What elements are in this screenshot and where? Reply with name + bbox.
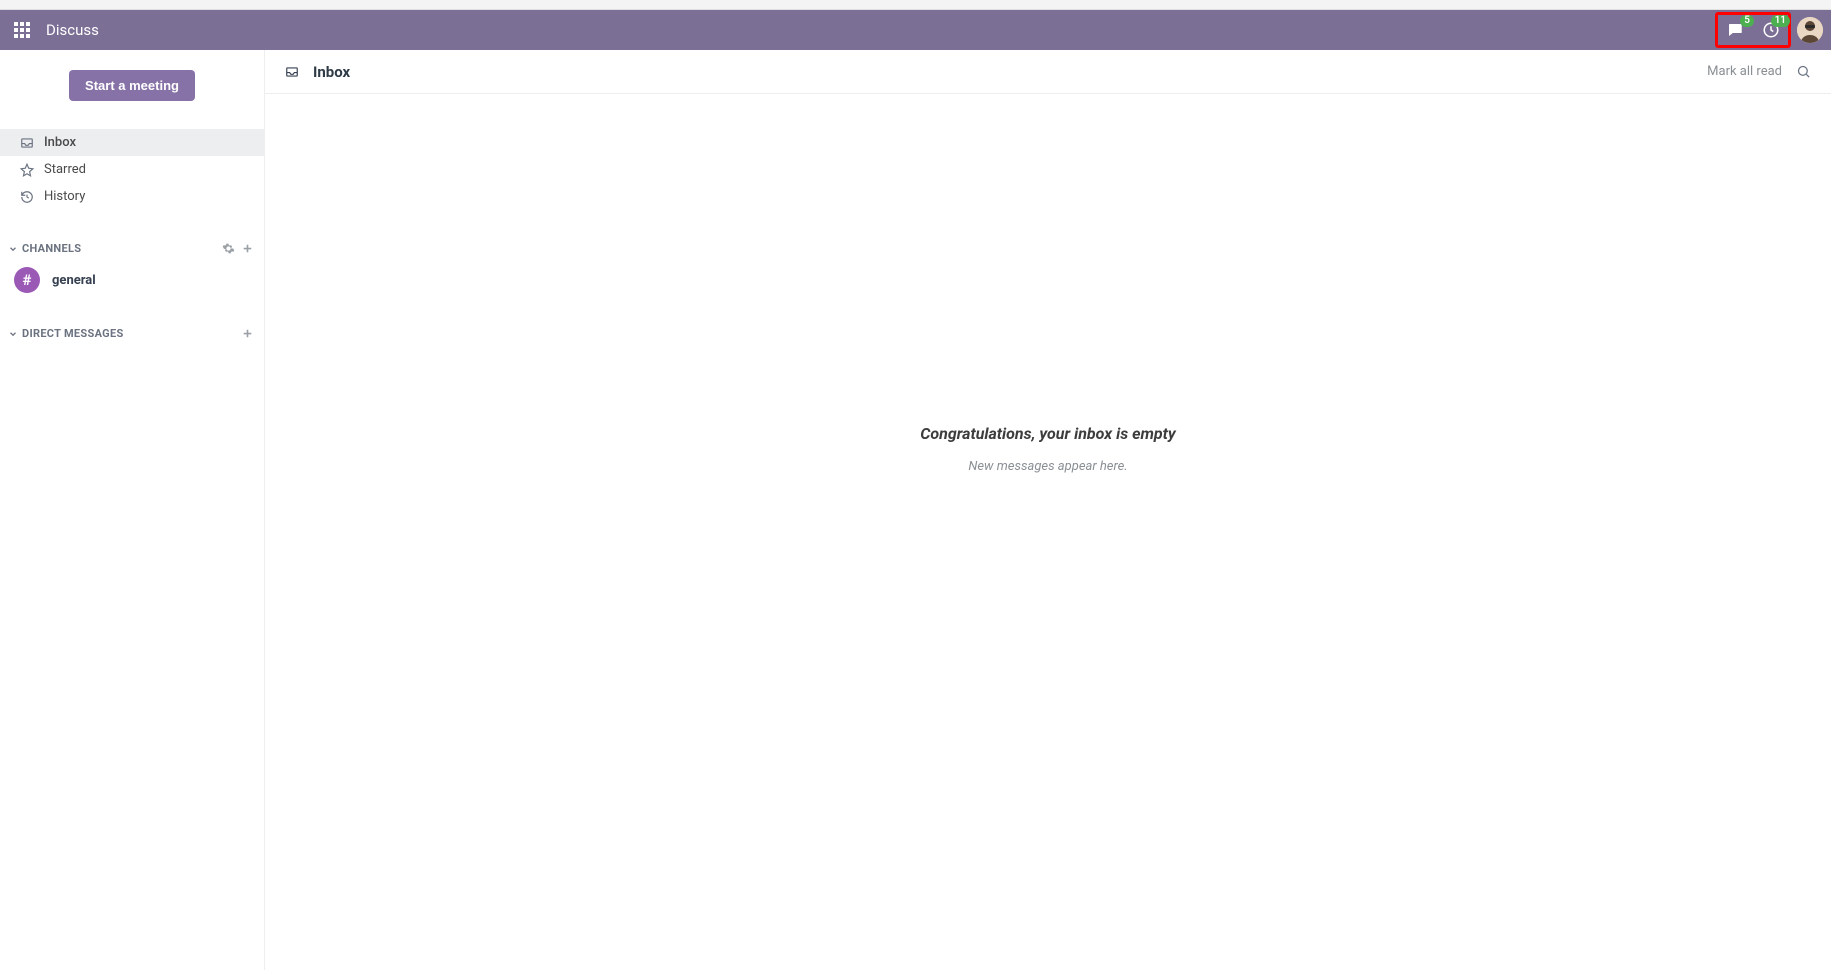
topbar: Discuss 5 11 [0, 10, 1831, 50]
channel-name: general [52, 273, 96, 288]
empty-state-title: Congratulations, your inbox is empty [920, 424, 1175, 443]
empty-state-subtitle: New messages appear here. [968, 459, 1127, 474]
topbar-right: 5 11 [1715, 12, 1823, 48]
history-icon [20, 190, 34, 204]
sidebar: Start a meeting Inbox Starred History [0, 50, 265, 970]
apps-grid-icon [14, 22, 30, 38]
content-header: Inbox Mark all read [265, 50, 1831, 94]
mark-all-read-button[interactable]: Mark all read [1707, 64, 1782, 79]
app-body: Start a meeting Inbox Starred History [0, 50, 1831, 970]
search-button[interactable] [1796, 64, 1811, 79]
hash-icon: # [14, 267, 40, 293]
mailbox-label: Starred [44, 162, 86, 177]
chevron-down-icon [6, 244, 20, 254]
star-icon [20, 163, 34, 177]
empty-state: Congratulations, your inbox is empty New… [265, 94, 1831, 970]
mailbox-list: Inbox Starred History [0, 125, 264, 214]
activities-button[interactable]: 11 [1758, 17, 1784, 43]
content-title-wrap: Inbox [285, 63, 350, 81]
dm-section-label: DIRECT MESSAGES [22, 327, 241, 340]
avatar-icon [1797, 17, 1823, 43]
add-channel-button[interactable] [241, 242, 254, 255]
mailbox-label: Inbox [44, 135, 76, 150]
topbar-left: Discuss [8, 16, 99, 44]
messages-button[interactable]: 5 [1722, 17, 1748, 43]
plus-icon [241, 242, 254, 255]
dm-section-actions [241, 327, 254, 340]
sidebar-top: Start a meeting [0, 50, 264, 125]
start-meeting-button[interactable]: Start a meeting [69, 70, 195, 101]
dm-section-header[interactable]: DIRECT MESSAGES [0, 317, 264, 346]
apps-menu-button[interactable] [8, 16, 36, 44]
sidebar-item-starred[interactable]: Starred [0, 156, 264, 183]
messages-badge: 5 [1740, 15, 1754, 27]
mailbox-label: History [44, 189, 85, 204]
channels-section-label: CHANNELS [22, 242, 222, 255]
add-dm-button[interactable] [241, 327, 254, 340]
sidebar-item-history[interactable]: History [0, 183, 264, 210]
content-title: Inbox [313, 63, 350, 81]
sidebar-item-inbox[interactable]: Inbox [0, 129, 264, 156]
inbox-icon [285, 65, 299, 79]
channels-section-actions [222, 242, 254, 255]
plus-icon [241, 327, 254, 340]
highlight-box: 5 11 [1715, 12, 1791, 48]
main-content: Inbox Mark all read Congratulations, you… [265, 50, 1831, 970]
channel-item-general[interactable]: # general [0, 261, 264, 299]
chevron-down-icon [6, 329, 20, 339]
channels-section-header[interactable]: CHANNELS [0, 232, 264, 261]
activities-badge: 11 [1771, 15, 1790, 27]
app-title[interactable]: Discuss [46, 21, 99, 39]
user-avatar[interactable] [1797, 17, 1823, 43]
gear-icon [222, 242, 235, 255]
inbox-icon [20, 136, 34, 150]
channels-settings-button[interactable] [222, 242, 235, 255]
search-icon [1796, 64, 1811, 79]
browser-chrome [0, 0, 1831, 10]
